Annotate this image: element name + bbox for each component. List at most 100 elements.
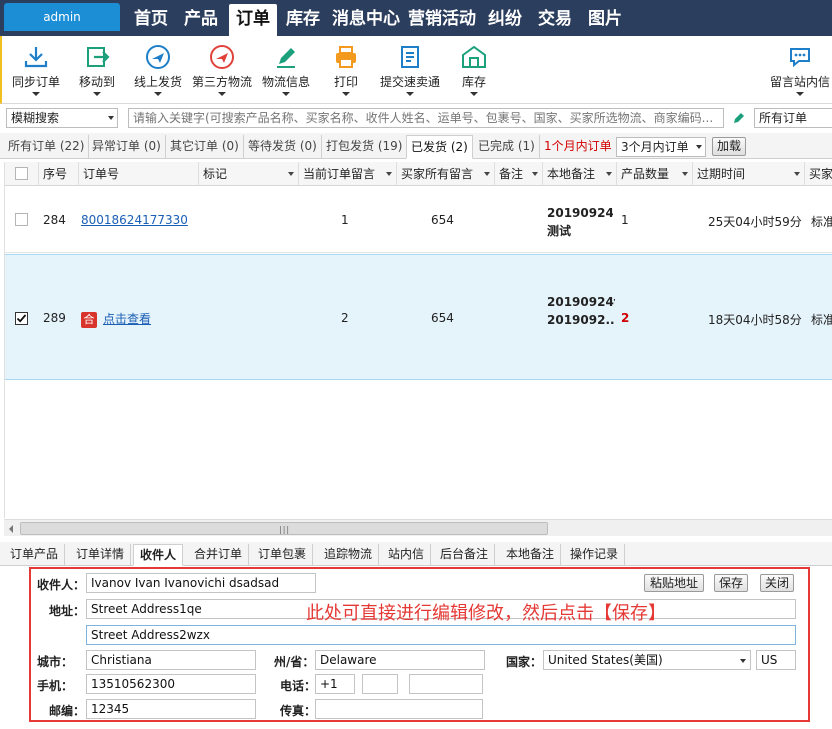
tab-internal-mail[interactable]: 站内信: [382, 544, 432, 566]
col-remark[interactable]: 备注: [495, 162, 543, 186]
col-seq[interactable]: 序号: [39, 162, 79, 186]
row-checkbox[interactable]: [15, 312, 28, 325]
row-quantity: 1: [621, 213, 629, 227]
row-current-msgs: 2: [341, 311, 349, 325]
paste-address-button[interactable]: 粘贴地址: [644, 574, 704, 592]
phone-number-field[interactable]: [409, 674, 483, 694]
third-party-logistics-button[interactable]: 第三方物流: [190, 40, 254, 100]
nav-messages[interactable]: 消息中心: [330, 4, 402, 36]
row-quantity: 2: [621, 311, 630, 325]
tab-order-packages[interactable]: 订单包裹: [252, 544, 314, 566]
load-button[interactable]: 加载: [712, 137, 746, 156]
city-field[interactable]: Christiana: [86, 650, 256, 670]
table-row[interactable]: 284 80018624177330 1 654 20190924 测试 1 2…: [5, 187, 832, 253]
row-buyer-msgs: 654: [431, 311, 454, 325]
stock-button[interactable]: 库存: [456, 40, 492, 100]
tab-shipped[interactable]: 已发货 (2): [406, 135, 473, 159]
tab-completed[interactable]: 已完成 (1): [474, 135, 540, 159]
row-checkbox[interactable]: [15, 213, 28, 226]
recipient-name-field[interactable]: Ivanov Ivan Ivanovichi dsadsad: [86, 573, 316, 593]
search-row: 模糊搜索 所有订单: [0, 105, 832, 131]
print-button[interactable]: 打印: [328, 40, 364, 100]
tab-one-month-orders[interactable]: 1个月内订单: [540, 135, 616, 159]
close-button[interactable]: 关闭: [760, 574, 794, 592]
state-field[interactable]: Delaware: [315, 650, 485, 670]
merged-order-cell: 合点击查看: [81, 310, 197, 328]
save-button[interactable]: 保存: [714, 574, 748, 592]
nav-marketing[interactable]: 营销活动: [406, 4, 478, 36]
col-order-no[interactable]: 订单号: [79, 162, 199, 186]
order-number-link[interactable]: 80018624177330: [81, 213, 193, 227]
phone-label: 电话：: [280, 679, 317, 693]
move-to-button[interactable]: 移动到: [74, 40, 120, 100]
nav-home[interactable]: 首页: [128, 4, 174, 36]
order-scope-select[interactable]: 所有订单: [754, 108, 832, 128]
col-buyer[interactable]: 买家: [805, 162, 832, 186]
phone-area-code-field[interactable]: [362, 674, 398, 694]
tab-abnormal-orders[interactable]: 异常订单 (0): [88, 135, 166, 159]
sort-icon: [532, 172, 538, 176]
tab-operation-log[interactable]: 操作记录: [564, 544, 626, 566]
tab-awaiting-shipment[interactable]: 等待发货 (0): [244, 135, 322, 159]
submit-aliexpress-button[interactable]: 提交速卖通: [378, 40, 442, 100]
row-seq: 289: [43, 311, 66, 325]
tab-pack-ship[interactable]: 打包发货 (19): [322, 135, 408, 159]
tab-order-products[interactable]: 订单产品: [4, 544, 66, 566]
country-code-field[interactable]: US: [756, 650, 796, 670]
move-icon: [87, 47, 110, 67]
horizontal-scrollbar[interactable]: |||: [4, 519, 832, 536]
tab-recipient[interactable]: 收件人: [133, 544, 184, 566]
search-mode-select[interactable]: 模糊搜索: [6, 108, 118, 128]
chevron-down-icon: [796, 92, 804, 96]
sort-icon: [794, 172, 800, 176]
nav-products[interactable]: 产品: [178, 4, 224, 36]
address-label: 地址：: [49, 604, 86, 618]
col-buyer-msgs[interactable]: 买家所有留言: [397, 162, 495, 186]
select-all-checkbox[interactable]: [15, 167, 28, 180]
col-mark[interactable]: 标记: [199, 162, 299, 186]
pencil-icon: [277, 48, 295, 68]
tab-other-orders[interactable]: 其它订单 (0): [166, 135, 244, 159]
col-quantity[interactable]: 产品数量: [617, 162, 693, 186]
tab-all-orders[interactable]: 所有订单 (22): [4, 135, 90, 159]
tab-track-logistics[interactable]: 追踪物流: [318, 544, 380, 566]
chevron-down-icon: [93, 92, 101, 96]
table-row[interactable]: 289 合点击查看 2 654 20190924test 2019092... …: [5, 254, 832, 380]
country-select[interactable]: United States(美国): [543, 650, 751, 670]
warehouse-icon: [462, 45, 486, 68]
col-expire-time[interactable]: 过期时间: [693, 162, 805, 186]
sync-orders-button[interactable]: 同步订单: [8, 40, 64, 100]
view-merged-link[interactable]: 点击查看: [103, 312, 151, 326]
sort-icon: [606, 172, 612, 176]
period-select[interactable]: 3个月内订单: [616, 137, 706, 157]
nav-transactions[interactable]: 交易: [532, 4, 578, 36]
tab-order-details[interactable]: 订单详情: [70, 544, 132, 566]
zip-field[interactable]: 12345: [86, 699, 256, 719]
col-local-note[interactable]: 本地备注: [543, 162, 617, 186]
search-input[interactable]: [128, 108, 724, 128]
orders-grid: 序号 订单号 标记 当前订单留言 买家所有留言 备注 本地备注 产品数量 过期时…: [4, 162, 832, 518]
sort-icon: [386, 172, 392, 176]
scroll-left-icon[interactable]: [9, 525, 13, 533]
nav-inventory[interactable]: 库存: [280, 4, 326, 36]
scrollbar-thumb[interactable]: |||: [20, 522, 548, 535]
nav-disputes[interactable]: 纠纷: [482, 4, 528, 36]
phone-country-code-field[interactable]: +1: [315, 674, 355, 694]
row-expire-time: 25天04小时59分: [708, 215, 802, 229]
nav-orders[interactable]: 订单: [229, 4, 277, 36]
tab-merge-orders[interactable]: 合并订单: [188, 544, 250, 566]
logistics-info-button[interactable]: 物流信息: [260, 40, 312, 100]
tab-backend-notes[interactable]: 后台备注: [434, 544, 496, 566]
mobile-field[interactable]: 13510562300: [86, 674, 256, 694]
edit-icon[interactable]: [732, 111, 746, 125]
fax-field[interactable]: [315, 699, 483, 719]
user-account[interactable]: admin: [4, 3, 120, 31]
toolbar: 同步订单 移动到 线上发货 第三方物流 物流信息 打印 提交速卖通 库存 留言站: [0, 36, 832, 104]
tab-local-notes[interactable]: 本地备注: [500, 544, 562, 566]
message-button[interactable]: 留言站内信: [768, 40, 832, 100]
online-ship-button[interactable]: 线上发货: [130, 40, 186, 100]
merged-badge: 合: [81, 311, 97, 328]
address-line2-field[interactable]: Street Address2wzx: [86, 625, 796, 645]
col-current-msgs[interactable]: 当前订单留言: [299, 162, 397, 186]
nav-images[interactable]: 图片: [582, 4, 628, 36]
